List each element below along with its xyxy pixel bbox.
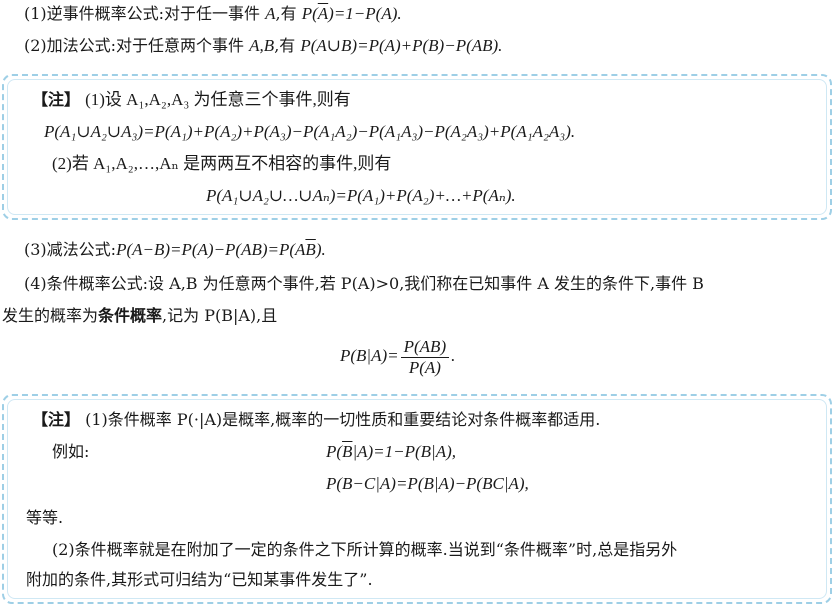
note-2-line-3: 附加的条件,其形式可归结为“已知某事件发生了”.	[26, 570, 373, 589]
item-1-prefix: (1)逆事件概率公式:对于任一事件	[24, 4, 266, 23]
example-1-b: |A)=1−P(B|A),	[352, 442, 456, 461]
item-1-formula-b: )=1−P(A).	[328, 4, 402, 23]
item-3-formula-b: ).	[315, 240, 326, 259]
fraction-denominator: P(A)	[408, 357, 441, 377]
item-3-formula-bbar: B	[305, 240, 316, 259]
item-1-formula-abar: A	[317, 4, 329, 23]
item-1-formula-a: P(	[301, 4, 318, 23]
note-2-example-2: P(B−C|A)=P(B|A)−P(BC|A),	[326, 474, 529, 493]
note-box-2: 【注】 (1)条件概率 P(·|A)是概率,概率的一切性质和重要结论对条件概率都…	[2, 394, 832, 604]
example-1-a: P(	[326, 442, 343, 461]
item-2-prefix: (2)加法公式:对于任意两个事件	[24, 36, 250, 55]
note-1-formula-disjoint: P(A₁∪A₂∪…∪Aₙ)=P(A₁)+P(A₂)+…+P(Aₙ).	[206, 186, 516, 205]
item-2-formula: P(A∪B)=P(A)+P(B)−P(AB).	[300, 36, 503, 55]
note-2-tag: 【注】	[32, 410, 81, 429]
example-1-bbar: B	[342, 442, 353, 461]
note-1-tag: 【注】	[32, 90, 81, 109]
item-1-var-a: A	[265, 4, 276, 23]
note-1-formula-three-events: P(A₁∪A₂∪A₃)=P(A₁)+P(A₂)+P(A₃)−P(A₁A₂)−P(…	[44, 122, 576, 141]
item-1-inverse-event-formula: (1)逆事件概率公式:对于任一事件 A,有 P(A)=1−P(A).	[24, 4, 402, 24]
item-4-fraction: P(AB) P(A)	[400, 337, 450, 378]
item-4-formula-end: .	[451, 346, 456, 365]
item-2-addition-formula: (2)加法公式:对于任意两个事件 A,B,有 P(A∪B)=P(A)+P(B)−…	[24, 36, 502, 56]
item-3-subtraction-formula: (3)减法公式:P(A−B)=P(A)−P(AB)=P(AB).	[24, 240, 326, 260]
item-4-conditional-probability-term: 条件概率	[98, 306, 163, 325]
item-4-formula-lhs: P(B|A)=	[340, 346, 399, 365]
item-3-formula-a: P(A−B)=P(A)−P(AB)=P(A	[116, 240, 306, 259]
item-4-line-2-prefix: 发生的概率为	[2, 306, 99, 325]
item-4-line-1: (4)条件概率公式:设 A,B 为任意两个事件,若 P(A)>0,我们称在已知事…	[24, 274, 704, 293]
note-1-text-1: (1)设 A₁,A₂,A₃ 为任意三个事件,则有	[85, 90, 351, 109]
note-1-line-1: 【注】 (1)设 A₁,A₂,A₃ 为任意三个事件,则有	[32, 90, 351, 110]
item-4-line-2: 发生的概率为条件概率,记为 P(B|A),且	[2, 306, 277, 326]
fraction-numerator: P(AB)	[400, 337, 450, 358]
note-1-line-3: (2)若 A₁,A₂,…,Aₙ 是两两互不相容的事件,则有	[52, 154, 392, 173]
item-3-prefix: (3)减法公式:	[24, 240, 117, 259]
item-2-mid: ,有	[274, 36, 301, 55]
item-4-formula: P(B|A)= P(AB) P(A).	[340, 334, 455, 378]
note-box-1: 【注】 (1)设 A₁,A₂,A₃ 为任意三个事件,则有 P(A₁∪A₂∪A₃)…	[2, 74, 832, 220]
note-2-text-1: (1)条件概率 P(·|A)是概率,概率的一切性质和重要结论对条件概率都适用.	[85, 410, 601, 429]
item-2-vars: A,B	[249, 36, 275, 55]
note-2-etc: 等等.	[26, 508, 64, 527]
note-2-example-1: P(B|A)=1−P(B|A),	[326, 442, 456, 462]
note-2-example-label: 例如:	[52, 442, 90, 461]
item-4-line-2-suffix: ,记为 P(B|A),且	[162, 306, 278, 325]
item-1-mid: ,有	[275, 4, 302, 23]
note-2-line-2: (2)条件概率就是在附加了一定的条件之下所计算的概率.当说到“条件概率”时,总是…	[52, 540, 678, 559]
note-2-line-1: 【注】 (1)条件概率 P(·|A)是概率,概率的一切性质和重要结论对条件概率都…	[32, 410, 600, 430]
